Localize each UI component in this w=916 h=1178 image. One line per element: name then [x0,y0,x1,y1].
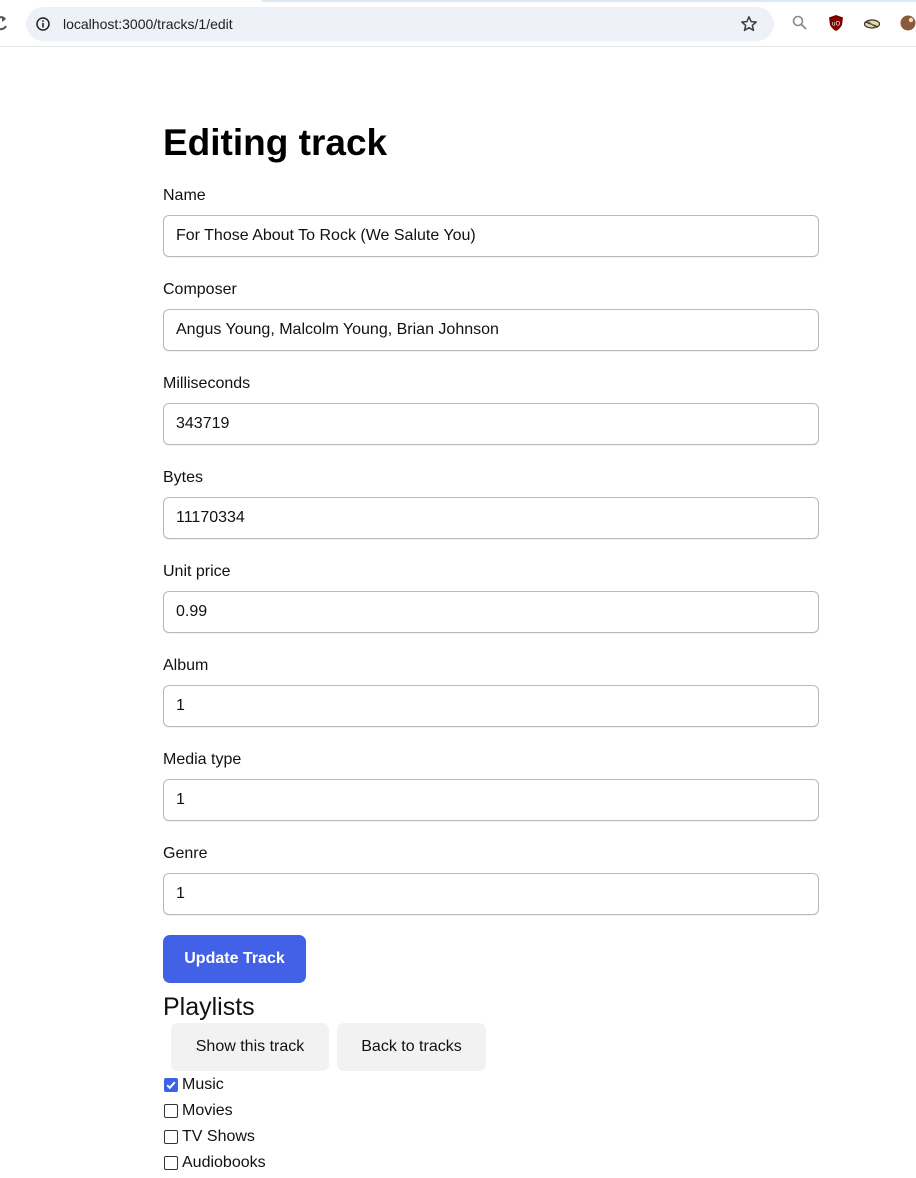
svg-text:uO: uO [832,21,841,28]
playlists-heading: Playlists [163,993,255,1021]
milliseconds-input[interactable]: 343719 [163,403,819,445]
address-bar[interactable]: localhost:3000/tracks/1/edit [26,7,774,41]
unit-price-input[interactable]: 0.99 [163,591,819,633]
page-title: Editing track [163,122,388,163]
album-input[interactable]: 1 [163,685,819,727]
bookmark-star-icon[interactable] [740,15,758,33]
media-type-label: Media type [163,751,242,768]
update-track-button[interactable]: Update Track [163,935,306,983]
checkbox-music[interactable] [164,1078,178,1092]
playlist-label: Music [182,1076,224,1093]
milliseconds-label: Milliseconds [163,375,251,392]
site-info-icon[interactable] [36,17,50,31]
checkbox-tv-shows[interactable] [164,1130,178,1144]
ublock-extension-icon[interactable]: uO [827,14,845,32]
composer-label: Composer [163,281,237,298]
back-to-tracks-button[interactable]: Back to tracks [337,1023,486,1071]
bytes-label: Bytes [163,469,204,486]
playlist-label: Movies [182,1102,233,1119]
tab-strip-edge [262,0,916,2]
bytes-input[interactable]: 11170334 [163,497,819,539]
playlist-label: TV Shows [182,1128,255,1145]
extension-icon[interactable] [863,14,881,32]
genre-input[interactable]: 1 [163,873,819,915]
name-input[interactable]: For Those About To Rock (We Salute You) [163,215,819,257]
media-type-input[interactable]: 1 [163,779,819,821]
name-label: Name [163,187,206,204]
unit-price-label: Unit price [163,563,231,580]
checkbox-movies[interactable] [164,1104,178,1118]
profile-extension-icon[interactable] [899,14,916,32]
composer-input[interactable]: Angus Young, Malcolm Young, Brian Johnso… [163,309,819,351]
show-track-button[interactable]: Show this track [171,1023,329,1071]
reload-icon[interactable] [0,14,8,32]
album-label: Album [163,657,209,674]
search-icon[interactable] [791,14,809,32]
genre-label: Genre [163,845,208,862]
checkbox-audiobooks[interactable] [164,1156,178,1170]
browser-toolbar: localhost:3000/tracks/1/edit uO [0,0,916,47]
url-text[interactable]: localhost:3000/tracks/1/edit [63,16,233,32]
playlist-label: Audiobooks [182,1154,266,1171]
